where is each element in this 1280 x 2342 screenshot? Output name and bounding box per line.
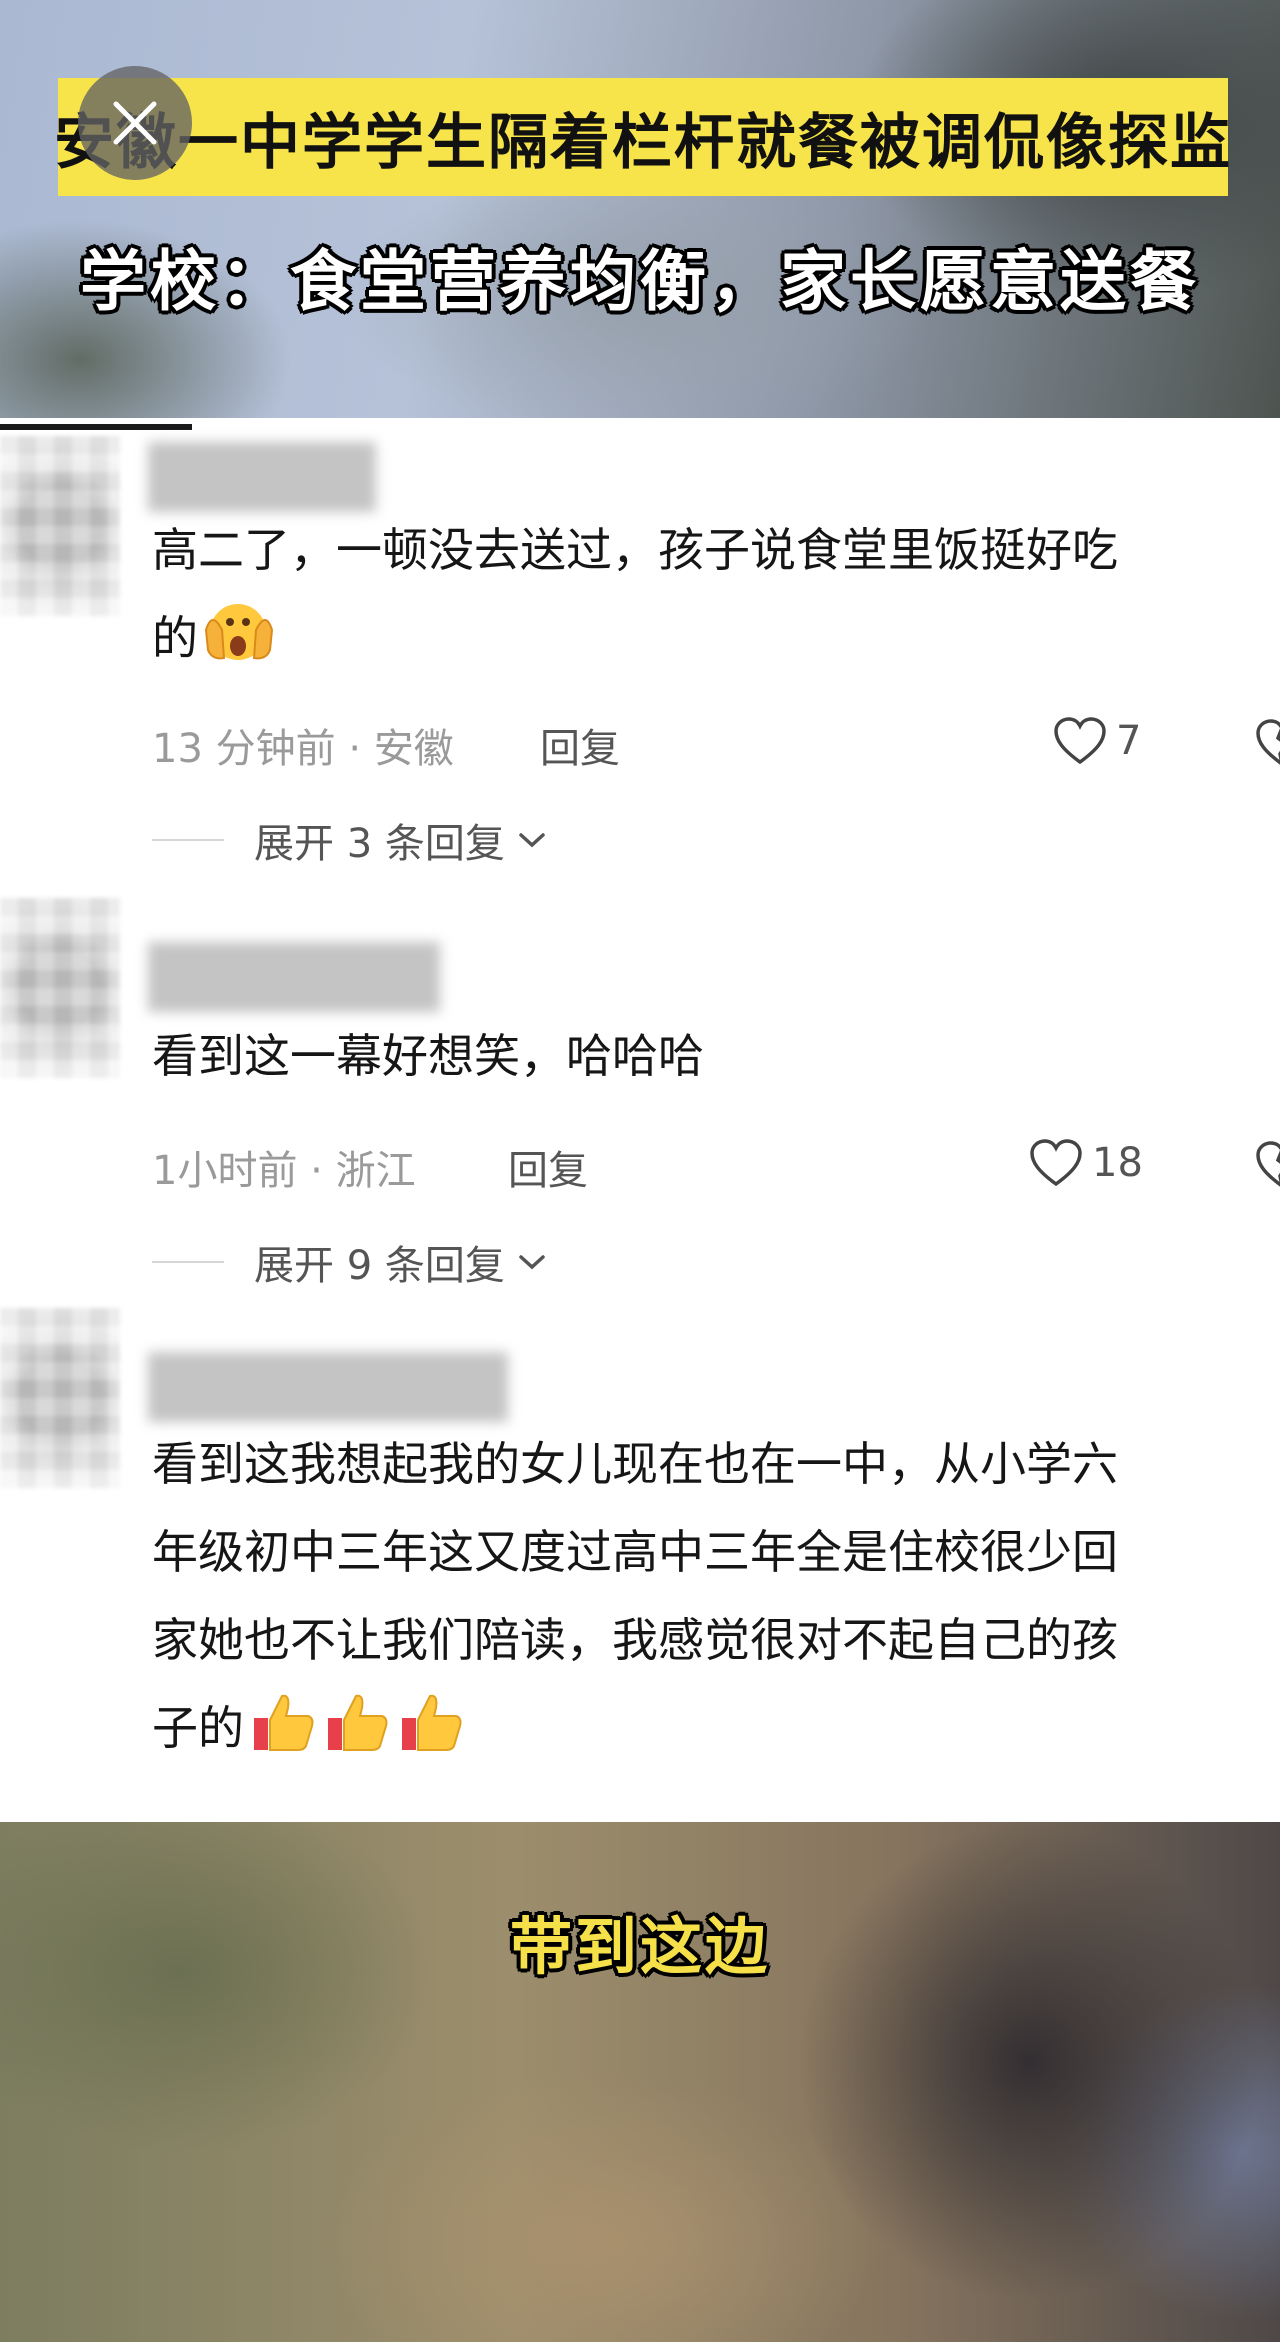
expand-replies-button[interactable]: 展开 9 条回复 (152, 1232, 549, 1292)
chevron-down-icon (519, 833, 545, 848)
headline-banner: 安徽一中学学生隔着栏杆就餐被调侃像探监 (54, 78, 1230, 196)
headline-title: 安徽一中学学生隔着栏杆就餐被调侃像探监 (54, 107, 1232, 178)
thumbs-up-icon (248, 1688, 318, 1782)
close-button[interactable] (78, 66, 192, 180)
reply-button[interactable]: 回复 (540, 716, 620, 774)
avatar[interactable] (0, 1308, 120, 1488)
like-count: 18 (1092, 1140, 1143, 1186)
comment-text-line: 年级初中三年这又度过高中三年全是住校很少回 (152, 1525, 1118, 1579)
panel-drag-indicator[interactable] (0, 424, 192, 430)
chevron-down-icon (519, 1255, 545, 1270)
comment-text-line: 家她也不让我们陪读，我感觉很对不起自己的孩 (152, 1613, 1118, 1667)
comment-time-location: 13 分钟前 · 安徽 (152, 726, 454, 772)
heart-icon (1030, 1139, 1082, 1187)
like-button[interactable]: 18 (1028, 1138, 1143, 1188)
like-count: 7 (1116, 718, 1142, 764)
dislike-broken-heart-icon[interactable] (1254, 1140, 1280, 1200)
comment-time-location: 1小时前 · 浙江 (152, 1148, 416, 1194)
expand-replies-label: 展开 9 条回复 (254, 1243, 505, 1289)
top-video-frame: 安徽一中学学生隔着栏杆就餐被调侃像探监 学校：食堂营养均衡，家长愿意送餐 (0, 0, 1280, 418)
comment-text-line: 看到这我想起我的女儿现在也在一中，从小学六 (152, 1437, 1118, 1491)
avatar[interactable] (0, 898, 120, 1078)
comment-text-line: 高二了，一顿没去送过，孩子说食堂里饭挺好吃 (152, 523, 1118, 577)
face-with-hands-over-cheeks-icon (202, 600, 276, 692)
comment-text-line: 看到这一幕好想笑，哈哈哈 (152, 1029, 704, 1083)
comment-meta: 13 分钟前 · 安徽 回复 7 (152, 716, 1280, 776)
divider-line (152, 839, 224, 841)
comment-meta: 1小时前 · 浙江 回复 18 (152, 1138, 1280, 1198)
thumbs-up-icon (396, 1688, 466, 1782)
heart-icon (1054, 717, 1106, 765)
comment-panel[interactable]: 高二了，一顿没去送过，孩子说食堂里饭挺好吃 的 13 分钟前 · 安徽 回复 7… (0, 418, 1280, 1822)
close-icon (113, 101, 157, 145)
video-caption: 带到这边 (509, 1910, 770, 1983)
expand-replies-button[interactable]: 展开 3 条回复 (152, 810, 549, 870)
comment-text: 看到这一幕好想笑，哈哈哈 (152, 1012, 1272, 1100)
avatar[interactable] (0, 436, 120, 616)
comment-text-line: 的 (152, 611, 198, 665)
comment-text-line: 子的 (152, 1701, 244, 1755)
bottom-video-frame: 带到这边 (0, 1822, 1280, 2342)
username-blurred[interactable] (148, 942, 440, 1012)
video-subtitle: 学校：食堂营养均衡，家长愿意送餐 (80, 243, 1200, 320)
comment-text: 高二了，一顿没去送过，孩子说食堂里饭挺好吃 的 (152, 506, 1272, 692)
thumbs-up-icon (322, 1688, 392, 1782)
expand-replies-label: 展开 3 条回复 (254, 821, 505, 867)
divider-line (152, 1261, 224, 1263)
like-button[interactable]: 7 (1052, 716, 1141, 766)
reply-button[interactable]: 回复 (508, 1138, 588, 1196)
username-blurred[interactable] (148, 1352, 508, 1422)
dislike-broken-heart-icon[interactable] (1254, 718, 1280, 778)
username-blurred[interactable] (148, 442, 376, 512)
comment-text: 看到这我想起我的女儿现在也在一中，从小学六 年级初中三年这又度过高中三年全是住校… (152, 1420, 1272, 1782)
